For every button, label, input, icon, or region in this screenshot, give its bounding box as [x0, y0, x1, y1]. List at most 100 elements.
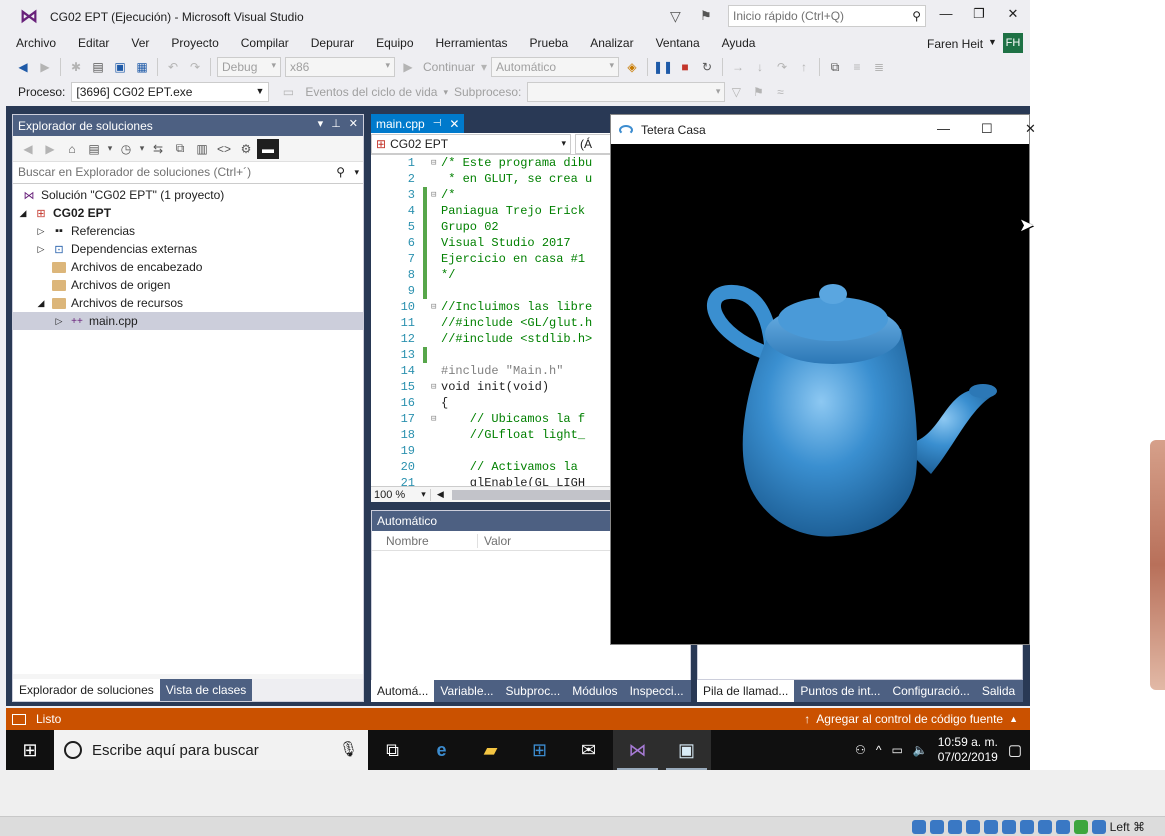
menu-analizar[interactable]: Analizar — [580, 36, 645, 50]
tab-solution-explorer[interactable]: Explorador de soluciones — [13, 679, 160, 701]
chevron-down-icon[interactable]: ▾ — [443, 87, 448, 98]
zoom-select[interactable]: 100 % ▾ — [371, 488, 431, 501]
new-project-icon[interactable]: ✱ — [65, 57, 87, 77]
configuration-select[interactable]: Debug ▾ — [217, 57, 281, 77]
keyboard-icon[interactable] — [1091, 819, 1106, 834]
tab-class-view[interactable]: Vista de clases — [159, 679, 253, 701]
redo-icon[interactable]: ↷ — [184, 57, 206, 77]
menu-prueba[interactable]: Prueba — [520, 36, 581, 50]
uncomment-icon[interactable]: ≣ — [868, 57, 890, 77]
people-icon[interactable]: ⚇ — [855, 743, 866, 757]
minimize-button[interactable]: — — [931, 6, 961, 26]
project-scope-select[interactable]: ⊞ CG02 EPT ▾ — [371, 133, 571, 154]
preview-icon[interactable]: ▬ — [257, 138, 279, 159]
hdd-icon[interactable] — [911, 819, 926, 834]
usb-icon[interactable] — [983, 819, 998, 834]
home-icon[interactable]: ⌂ — [61, 139, 83, 159]
comment-icon[interactable]: ≡ — [846, 57, 868, 77]
file-explorer-icon[interactable]: ▰ — [466, 730, 515, 770]
menu-ventana[interactable]: Ventana — [646, 36, 712, 50]
menu-equipo[interactable]: Equipo — [366, 36, 425, 50]
taskbar-search-input[interactable]: Escribe aquí para buscar 🎙 — [54, 730, 368, 770]
tab-modules[interactable]: Módulos — [566, 680, 623, 702]
task-view-icon[interactable]: ⧉ — [368, 730, 417, 770]
tree-item-project[interactable]: ◢ ⊞ CG02 EPT — [13, 204, 363, 222]
column-value[interactable]: Valor — [478, 534, 511, 548]
platform-select[interactable]: x86 ▾ — [285, 57, 395, 77]
step-over-icon[interactable]: ↷ — [771, 57, 793, 77]
threads-icon[interactable]: ≈ — [769, 82, 791, 102]
open-file-icon[interactable]: ▤ — [87, 57, 109, 77]
tab-watch[interactable]: Inspecci... — [624, 680, 690, 702]
cpu-icon[interactable] — [1055, 819, 1070, 834]
menu-herramientas[interactable]: Herramientas — [426, 36, 520, 50]
continue-button[interactable]: Continuar — [419, 60, 479, 74]
minimize-button[interactable]: — — [937, 121, 950, 136]
edge-icon[interactable]: e — [417, 730, 466, 770]
dropdown-icon[interactable]: ▾ — [318, 117, 324, 130]
visual-studio-taskbar-icon[interactable]: ⋈ — [613, 730, 662, 770]
filter-icon[interactable]: ▽ — [725, 82, 747, 102]
navigate-back-icon[interactable]: ◀ — [12, 57, 34, 77]
optical-drive-icon[interactable] — [929, 819, 944, 834]
mail-icon[interactable]: ✉ — [564, 730, 613, 770]
collapsed-icon[interactable]: ▷ — [35, 244, 47, 255]
tab-output[interactable]: Salida — [976, 680, 1021, 702]
tree-item-external-dependencies[interactable]: ▷ ⊡ Dependencias externas — [13, 240, 363, 258]
automatic-select[interactable]: Automático ▾ — [491, 57, 620, 77]
chevron-down-icon[interactable]: ▾ — [354, 167, 359, 178]
notifications-icon[interactable]: ▢ — [1008, 741, 1022, 759]
filter-icon[interactable]: ▽ — [670, 8, 681, 25]
tree-item-source-files[interactable]: Archivos de origen — [13, 276, 363, 294]
pause-icon[interactable]: ❚❚ — [652, 57, 674, 77]
tree-item-header-files[interactable]: Archivos de encabezado — [13, 258, 363, 276]
network-icon[interactable]: ▭ — [891, 743, 902, 757]
shared-folder-icon[interactable] — [1001, 819, 1016, 834]
tab-breakpoints[interactable]: Puntos de int... — [794, 680, 886, 702]
chevron-down-icon[interactable]: ▾ — [479, 57, 489, 77]
tree-item-resource-files[interactable]: ◢ Archivos de recursos — [13, 294, 363, 312]
save-all-icon[interactable]: ▦ — [131, 57, 153, 77]
mouse-integration-icon[interactable] — [1073, 819, 1088, 834]
chevron-down-icon[interactable]: ▾ — [105, 139, 115, 159]
lifecycle-icon[interactable]: ▭ — [277, 82, 299, 102]
tab-main-cpp[interactable]: main.cpp ⊣ ✕ — [371, 114, 465, 133]
close-button[interactable]: ✕ — [1025, 121, 1036, 137]
play-icon[interactable]: ▶ — [397, 57, 419, 77]
tab-locals[interactable]: Variable... — [434, 680, 499, 702]
pending-changes-icon[interactable]: ◷ — [115, 139, 137, 159]
fold-icon[interactable]: ⊟ — [431, 302, 441, 312]
microphone-icon[interactable]: 🎙 — [339, 740, 358, 758]
process-icon[interactable]: ◈ — [621, 57, 643, 77]
audio-icon[interactable] — [947, 819, 962, 834]
menu-proyecto[interactable]: Proyecto — [161, 36, 230, 50]
forward-icon[interactable]: ▶ — [39, 139, 61, 159]
switch-views-icon[interactable]: ▤ — [83, 139, 105, 159]
subprocess-select[interactable]: ▾ — [527, 82, 726, 102]
fold-icon[interactable]: ⊟ — [431, 190, 441, 200]
properties-icon[interactable]: ⚙ — [235, 139, 257, 159]
output-window-icon[interactable] — [12, 713, 26, 725]
menu-ver[interactable]: Ver — [121, 36, 161, 50]
hex-display-icon[interactable]: ⧉ — [824, 57, 846, 77]
close-button[interactable]: ✕ — [998, 6, 1028, 26]
undo-icon[interactable]: ↶ — [162, 57, 184, 77]
menu-editar[interactable]: Editar — [68, 36, 121, 50]
process-select[interactable]: [3696] CG02 EPT.exe ▼ — [71, 82, 270, 102]
tree-item-references[interactable]: ▷ ▪▪ Referencias — [13, 222, 363, 240]
expanded-icon[interactable]: ◢ — [17, 208, 29, 219]
collapse-all-icon[interactable]: ⧉ — [169, 139, 191, 159]
collapsed-icon[interactable]: ▷ — [35, 226, 47, 237]
menu-ayuda[interactable]: Ayuda — [712, 36, 768, 50]
glut-app-taskbar-icon[interactable]: ▣ — [662, 730, 711, 770]
pin-icon[interactable]: ⊥ — [331, 117, 341, 130]
tab-autos[interactable]: Automá... — [371, 680, 435, 702]
source-control-button[interactable]: ↑ Agregar al control de código fuente ▲ — [804, 712, 1018, 726]
chevron-down-icon[interactable]: ▾ — [137, 139, 147, 159]
menu-compilar[interactable]: Compilar — [231, 36, 301, 50]
pin-icon[interactable]: ⊣ — [433, 118, 442, 129]
column-name[interactable]: Nombre — [372, 533, 478, 548]
quick-launch-input[interactable]: Inicio rápido (Ctrl+Q) ⚲ — [728, 5, 926, 27]
volume-icon[interactable]: 🔈 — [913, 743, 928, 757]
step-out-icon[interactable]: ↑ — [793, 57, 815, 77]
